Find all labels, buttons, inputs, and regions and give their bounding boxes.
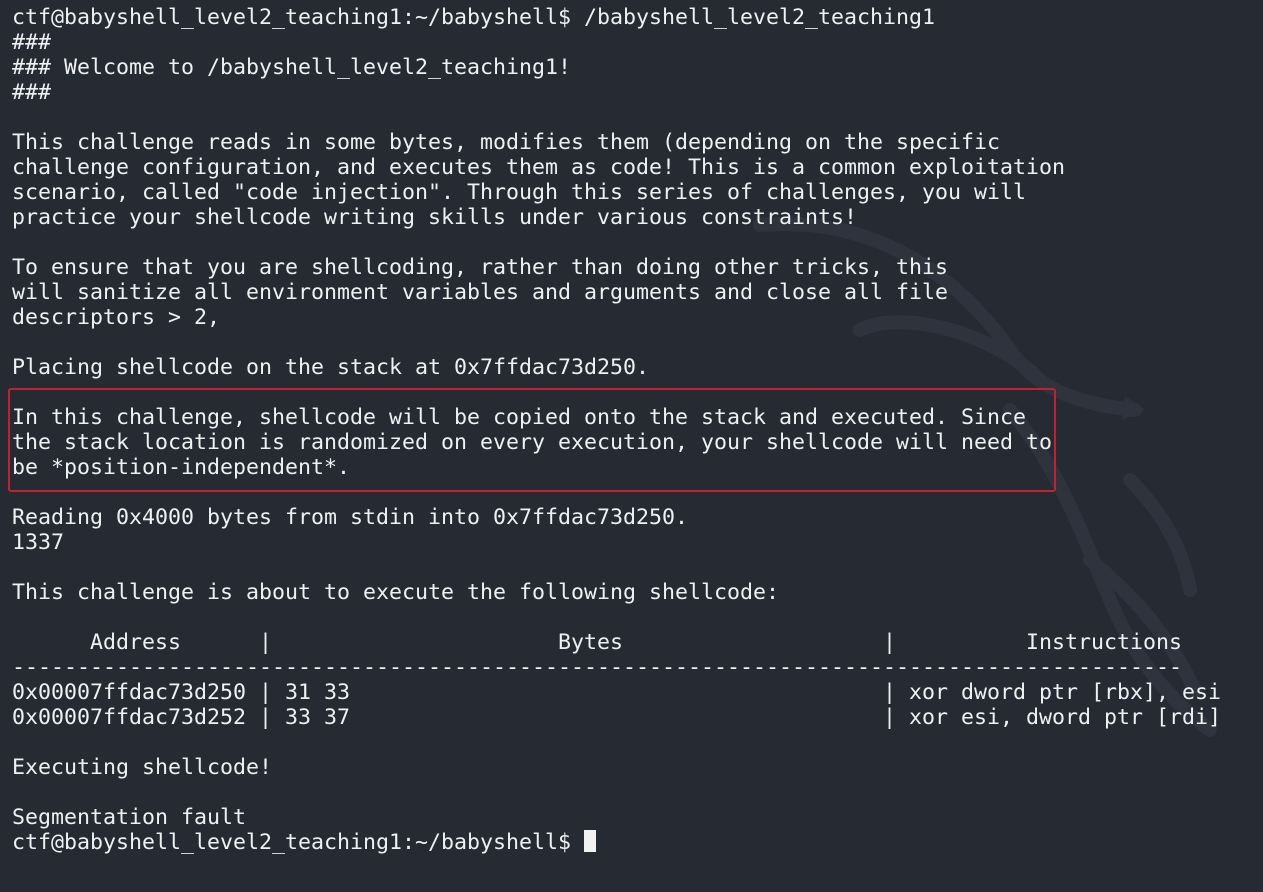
output-line: descriptors > 2, bbox=[12, 305, 221, 330]
text-cursor[interactable] bbox=[584, 830, 597, 852]
output-line: practice your shellcode writing skills u… bbox=[12, 205, 858, 230]
table-header-line: Address | Bytes | Instructions bbox=[12, 630, 1183, 655]
output-line: ### bbox=[12, 80, 52, 105]
output-line: Segmentation fault bbox=[12, 805, 247, 830]
output-line: Placing shellcode on the stack at 0x7ffd… bbox=[12, 355, 650, 380]
output-line: scenario, called "code injection". Throu… bbox=[12, 180, 1027, 205]
output-line: Reading 0x4000 bytes from stdin into 0x7… bbox=[12, 505, 689, 530]
table-row: 0x00007ffdac73d252 | 33 37 | xor esi, dw… bbox=[12, 705, 1222, 730]
highlight-annotation-box bbox=[8, 388, 1056, 492]
output-line: Executing shellcode! bbox=[12, 755, 273, 780]
output-line: This challenge is about to execute the f… bbox=[12, 580, 780, 605]
output-line: 1337 bbox=[12, 530, 65, 555]
prompt-line[interactable]: ctf@babyshell_level2_teaching1:~/babyshe… bbox=[12, 830, 1221, 855]
output-line: will sanitize all environment variables … bbox=[12, 280, 949, 305]
output-line: ### bbox=[12, 30, 52, 55]
output-line: ### Welcome to /babyshell_level2_teachin… bbox=[12, 55, 572, 80]
terminal-window[interactable]: ctf@babyshell_level2_teaching1:~/babyshe… bbox=[0, 0, 1263, 892]
shell-prompt: ctf@babyshell_level2_teaching1:~/babyshe… bbox=[12, 830, 585, 855]
output-line: ctf@babyshell_level2_teaching1:~/babyshe… bbox=[12, 5, 936, 30]
output-line: This challenge reads in some bytes, modi… bbox=[12, 130, 1001, 155]
table-separator-line: ----------------------------------------… bbox=[12, 655, 1183, 680]
output-line: challenge configuration, and executes th… bbox=[12, 155, 1066, 180]
table-row: 0x00007ffdac73d250 | 31 33 | xor dword p… bbox=[12, 680, 1222, 705]
output-line: To ensure that you are shellcoding, rath… bbox=[12, 255, 949, 280]
